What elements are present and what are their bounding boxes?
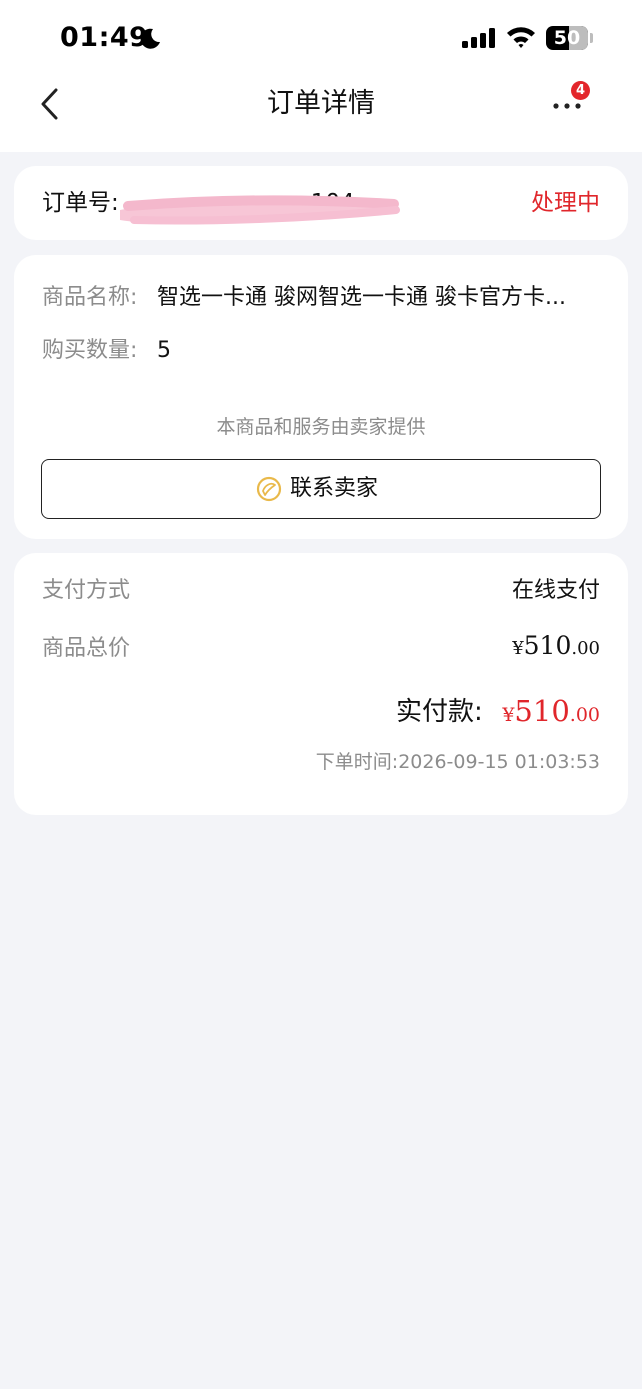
- battery-tip: [590, 33, 593, 43]
- total-price-value: ¥510.00: [512, 629, 600, 666]
- paid-decimal: .00: [569, 704, 600, 726]
- product-name-value: 智选一卡通 骏网智选一卡通 骏卡官方卡...: [157, 285, 566, 310]
- payment-method-value: 在线支付: [511, 578, 600, 603]
- contact-seller-button[interactable]: 联系卖家: [41, 459, 601, 519]
- wifi-icon: [507, 27, 535, 48]
- seller-chat-icon: [256, 476, 282, 502]
- product-name-label: 商品名称:: [42, 285, 138, 310]
- status-time: 01:49: [60, 22, 149, 53]
- paid-amount-value: ¥510.00: [502, 692, 600, 734]
- redaction-scribble: [120, 195, 400, 225]
- product-card: 商品名称: 智选一卡通 骏网智选一卡通 骏卡官方卡... 购买数量: 5 本商品…: [14, 255, 628, 539]
- battery-level: 50: [553, 27, 581, 49]
- total-price-label: 商品总价: [42, 636, 131, 661]
- quantity-value: 5: [157, 338, 171, 363]
- order-status: 处理中: [531, 190, 600, 216]
- paid-amount-label: 实付款:: [396, 697, 483, 727]
- order-number-prefix: 订单号:: [42, 190, 119, 216]
- page-title: 订单详情: [267, 88, 375, 119]
- payment-method-label: 支付方式: [42, 578, 131, 603]
- total-decimal: .00: [571, 638, 600, 659]
- notification-badge: 4: [571, 81, 590, 100]
- provider-note: 本商品和服务由卖家提供: [216, 416, 426, 438]
- order-number-card: 订单号:104 处理中: [14, 166, 628, 240]
- quantity-label: 购买数量:: [42, 338, 138, 363]
- battery-indicator: 50: [546, 26, 588, 50]
- paid-currency: ¥: [502, 704, 515, 726]
- total-currency: ¥: [512, 638, 524, 659]
- top-header: 01:49 50 订单详情 4: [0, 0, 642, 152]
- moon-icon: [140, 28, 160, 49]
- signal-icon: [462, 28, 495, 48]
- contact-seller-label: 联系卖家: [290, 476, 379, 501]
- order-time: 下单时间:2026-09-15 01:03:53: [315, 751, 600, 773]
- total-integer: 510: [523, 631, 572, 660]
- payment-card: 支付方式 在线支付 商品总价 ¥510.00 实付款: ¥510.00 下单时间…: [14, 553, 628, 815]
- paid-integer: 510: [514, 694, 570, 728]
